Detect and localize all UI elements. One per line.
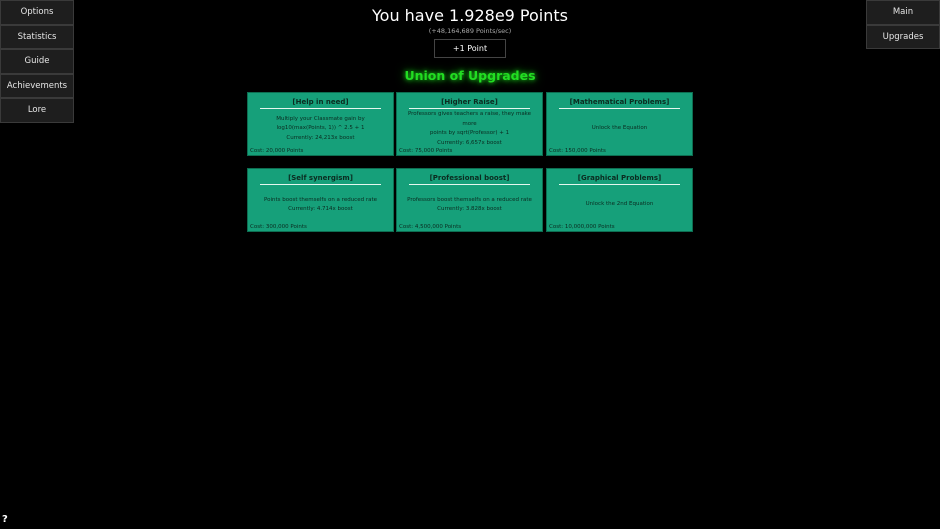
upgrade-current: Currently: 6,657x boost (437, 139, 502, 146)
upgrade-cost: Cost: 10,000,000 Points (549, 224, 615, 230)
upgrade-cost: Cost: 4,500,000 Points (399, 224, 462, 230)
upgrade-title: [Graphical Problems] (559, 174, 680, 185)
upgrade-current: Currently: 4.714x boost (288, 206, 353, 212)
upgrade-title: [Self synergism] (260, 174, 381, 185)
upgrade-self-synergism[interactable]: [Self synergism] Points boost themselfs … (247, 168, 394, 232)
upgrade-desc-line: points by sqrt(Professor) + 1 (429, 130, 510, 136)
upgrade-cost: Cost: 150,000 Points (549, 148, 606, 154)
upgrade-mathematical-problems[interactable]: [Mathematical Problems] Unlock the Equat… (546, 92, 693, 156)
upgrade-description: Unlock the Equation (551, 113, 688, 145)
upgrade-desc-line: Points boost themselfs on a reduced rate (263, 196, 377, 203)
section-title: Union of Upgrades (404, 68, 536, 83)
upgrade-title: [Professional boost] (409, 174, 530, 185)
upgrade-title: [Mathematical Problems] (559, 98, 680, 109)
upgrade-current: Currently: 24,213x boost (286, 134, 355, 141)
upgrade-title: [Higher Raise] (409, 98, 530, 109)
upgrade-description: Multiply your Classmate gain by log10(ma… (252, 113, 389, 145)
upgrade-description: Professors gives teachers a raise, they … (401, 111, 538, 146)
upgrade-desc-line: Unlock the Equation (591, 125, 648, 132)
upgrade-description: Points boost themselfs on a reduced rate… (252, 189, 389, 221)
help-icon[interactable]: ? (2, 514, 8, 525)
upgrade-desc-line: log10(max(Points, 1)) ^ 2.5 + 1 (276, 125, 365, 132)
upgrade-professional-boost[interactable]: [Professional boost] Professors boost th… (396, 168, 543, 232)
upgrade-description: Professors boost themselfs on a reduced … (401, 189, 538, 221)
upgrade-title: [Help in need] (260, 98, 381, 109)
upgrade-description: Unlock the 2nd Equation (551, 189, 688, 221)
lore-button[interactable]: Lore (0, 98, 74, 123)
points-display: You have 1.928e9 Points (372, 6, 568, 25)
upgrade-desc-line: Professors gives teachers a raise, they … (407, 111, 532, 127)
points-rate: (+48,164,689 Points/sec) (428, 27, 512, 35)
upgrade-help-in-need[interactable]: [Help in need] Multiply your Classmate g… (247, 92, 394, 156)
upgrade-cost: Cost: 300,000 Points (250, 224, 307, 230)
upgrade-cost: Cost: 20,000 Points (250, 148, 304, 154)
upgrade-graphical-problems[interactable]: [Graphical Problems] Unlock the 2nd Equa… (546, 168, 693, 232)
upgrade-cost: Cost: 75,000 Points (399, 148, 453, 154)
upgrade-desc-line: Unlock the 2nd Equation (585, 201, 654, 208)
plus-one-point-button[interactable]: +1 Point (434, 39, 506, 58)
upgrade-current: Currently: 3.828x boost (437, 206, 502, 212)
upgrade-desc-line: Multiply your Classmate gain by (276, 115, 365, 122)
upgrade-desc-line: Professors boost themselfs on a reduced … (407, 196, 532, 203)
upgrade-higher-raise[interactable]: [Higher Raise] Professors gives teachers… (396, 92, 543, 156)
